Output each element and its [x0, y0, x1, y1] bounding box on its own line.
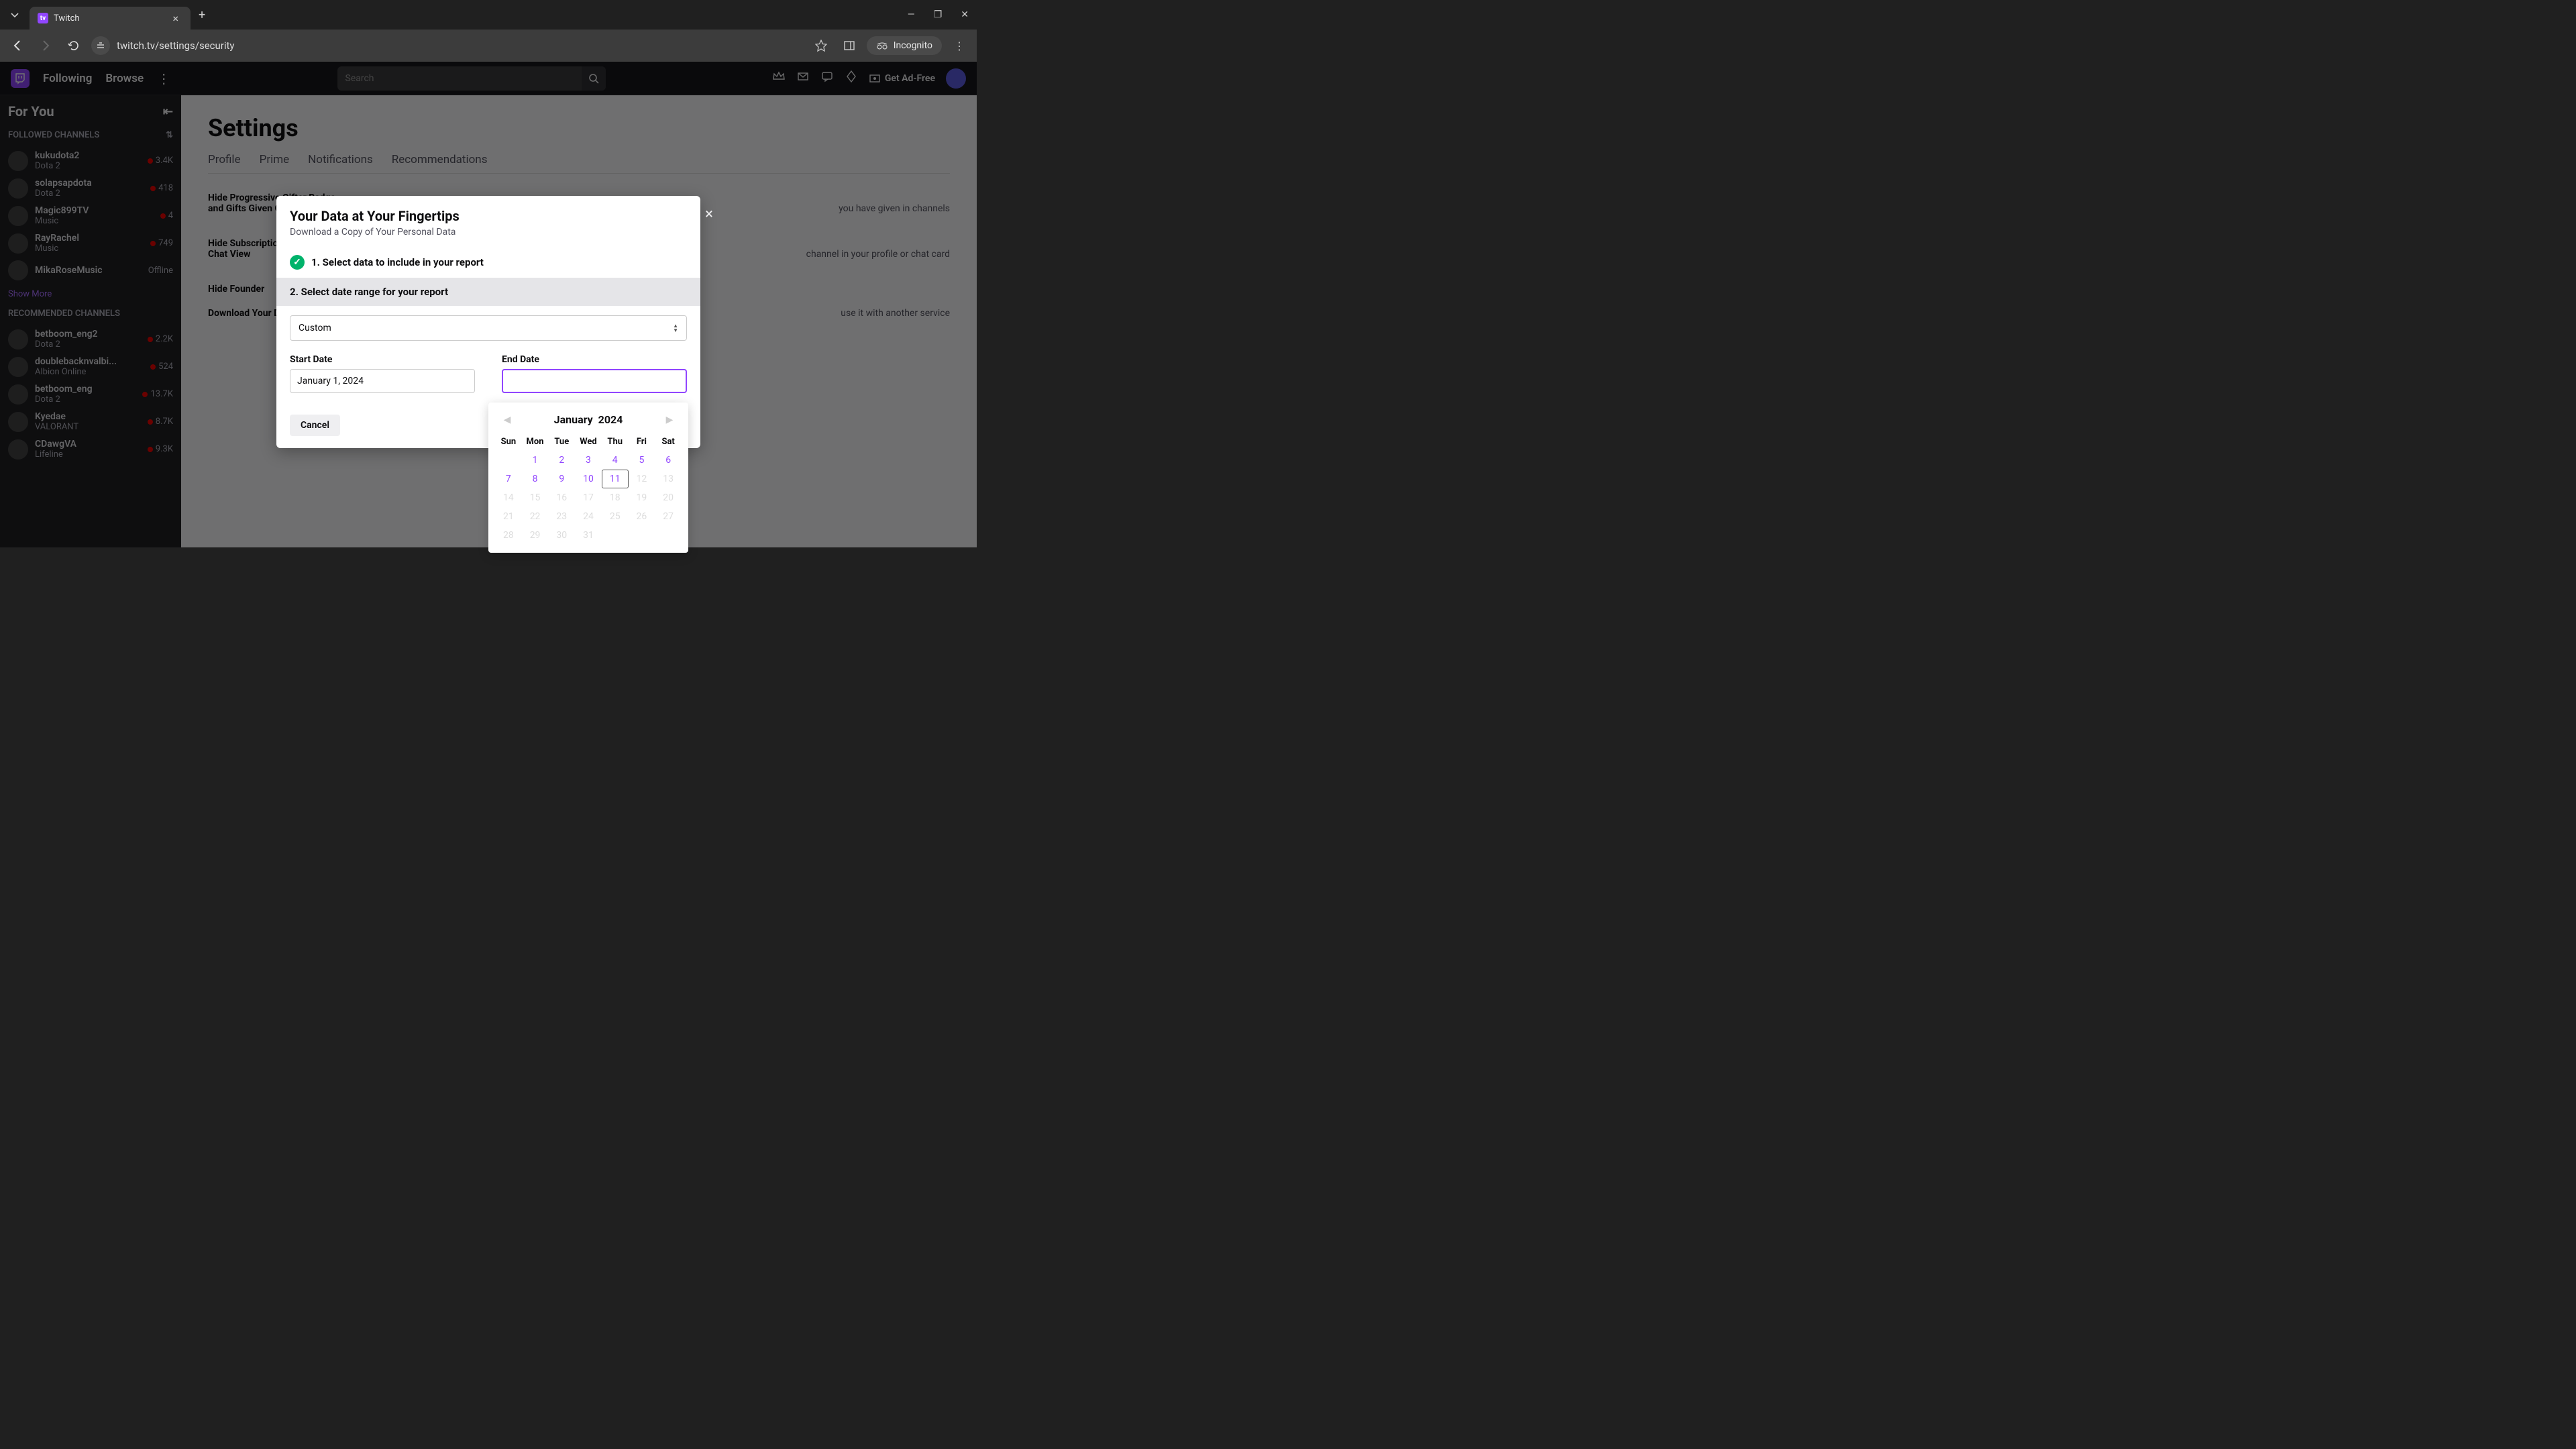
start-date-label: Start Date — [290, 354, 475, 365]
calendar-day[interactable]: 5 — [629, 451, 655, 470]
incognito-label: Incognito — [894, 40, 932, 51]
calendar-day[interactable]: 3 — [575, 451, 602, 470]
download-data-modal: × Your Data at Your Fingertips Download … — [276, 196, 700, 448]
calendar-day[interactable]: 9 — [548, 470, 575, 488]
calendar-dayname: Fri — [629, 433, 655, 451]
side-panel-icon[interactable] — [839, 35, 860, 56]
calendar-day[interactable]: 10 — [575, 470, 602, 488]
calendar-day[interactable]: 8 — [522, 470, 549, 488]
calendar-day: 24 — [575, 507, 602, 526]
step-1[interactable]: ✓ 1. Select data to include in your repo… — [276, 247, 700, 278]
window-controls: — ❐ ✕ — [905, 7, 971, 23]
calendar-day[interactable]: 1 — [522, 451, 549, 470]
site-info-icon[interactable] — [91, 36, 110, 55]
calendar-day: 15 — [522, 488, 549, 507]
new-tab-button[interactable]: + — [191, 8, 213, 22]
calendar-day: 31 — [575, 526, 602, 545]
cancel-button[interactable]: Cancel — [290, 415, 340, 436]
calendar-day: 20 — [655, 488, 682, 507]
back-button[interactable] — [7, 35, 28, 56]
modal-title: Your Data at Your Fingertips — [290, 208, 687, 224]
browser-tab-strip: tv Twitch × + — ❐ ✕ — [0, 0, 977, 30]
incognito-icon — [876, 41, 888, 50]
tab-close-icon[interactable]: × — [168, 11, 182, 26]
reload-button[interactable] — [63, 35, 85, 56]
calendar-day: 12 — [629, 470, 655, 488]
modal-close-button[interactable]: × — [699, 204, 719, 224]
calendar-day[interactable]: 6 — [655, 451, 682, 470]
calendar-dayname: Mon — [522, 433, 549, 451]
calendar-day: 29 — [522, 526, 549, 545]
close-window-icon[interactable]: ✕ — [958, 7, 971, 23]
select-arrows-icon: ▲▼ — [673, 323, 678, 333]
calendar-prev-icon[interactable]: ◀ — [500, 415, 514, 425]
calendar-dayname: Tue — [548, 433, 575, 451]
calendar-day: 25 — [602, 507, 629, 526]
check-icon: ✓ — [290, 255, 305, 270]
calendar-day: 21 — [495, 507, 522, 526]
calendar-day: 19 — [629, 488, 655, 507]
calendar-day: 26 — [629, 507, 655, 526]
twitch-favicon-icon: tv — [38, 13, 48, 23]
calendar-day: 16 — [548, 488, 575, 507]
browser-menu-icon[interactable]: ⋮ — [949, 35, 970, 56]
forward-button[interactable] — [35, 35, 56, 56]
date-picker-calendar: ◀ January 2024 ▶ SunMonTueWedThuFriSat 1… — [488, 402, 688, 553]
calendar-month-year: January 2024 — [554, 413, 623, 426]
end-date-label: End Date — [502, 354, 687, 365]
calendar-day[interactable]: 11 — [602, 470, 629, 488]
step-2: 2. Select date range for your report — [276, 278, 700, 306]
calendar-day: 13 — [655, 470, 682, 488]
address-bar: twitch.tv/settings/security Incognito ⋮ — [0, 30, 977, 62]
tab-title: Twitch — [54, 13, 168, 23]
calendar-day[interactable]: 4 — [602, 451, 629, 470]
modal-subtitle: Download a Copy of Your Personal Data — [290, 227, 687, 237]
calendar-dayname: Sun — [495, 433, 522, 451]
incognito-badge[interactable]: Incognito — [867, 36, 942, 55]
calendar-dayname: Wed — [575, 433, 602, 451]
calendar-day: 18 — [602, 488, 629, 507]
date-range-select[interactable]: Custom ▲▼ — [290, 315, 687, 341]
calendar-day: 27 — [655, 507, 682, 526]
calendar-day: 28 — [495, 526, 522, 545]
calendar-dayname: Sat — [655, 433, 682, 451]
end-date-input[interactable] — [502, 369, 687, 393]
tab-list-dropdown[interactable] — [5, 5, 24, 24]
calendar-day[interactable]: 7 — [495, 470, 522, 488]
calendar-day: 22 — [522, 507, 549, 526]
url-text[interactable]: twitch.tv/settings/security — [117, 40, 804, 52]
bookmark-icon[interactable] — [810, 35, 832, 56]
start-date-input[interactable] — [290, 369, 475, 393]
calendar-day: 30 — [548, 526, 575, 545]
calendar-day: 14 — [495, 488, 522, 507]
calendar-day[interactable]: 2 — [548, 451, 575, 470]
calendar-day: 17 — [575, 488, 602, 507]
browser-tab[interactable]: tv Twitch × — [30, 7, 191, 30]
maximize-icon[interactable]: ❐ — [931, 7, 945, 23]
calendar-dayname: Thu — [602, 433, 629, 451]
minimize-icon[interactable]: — — [905, 7, 918, 23]
calendar-day: 23 — [548, 507, 575, 526]
calendar-next-icon[interactable]: ▶ — [663, 415, 676, 425]
